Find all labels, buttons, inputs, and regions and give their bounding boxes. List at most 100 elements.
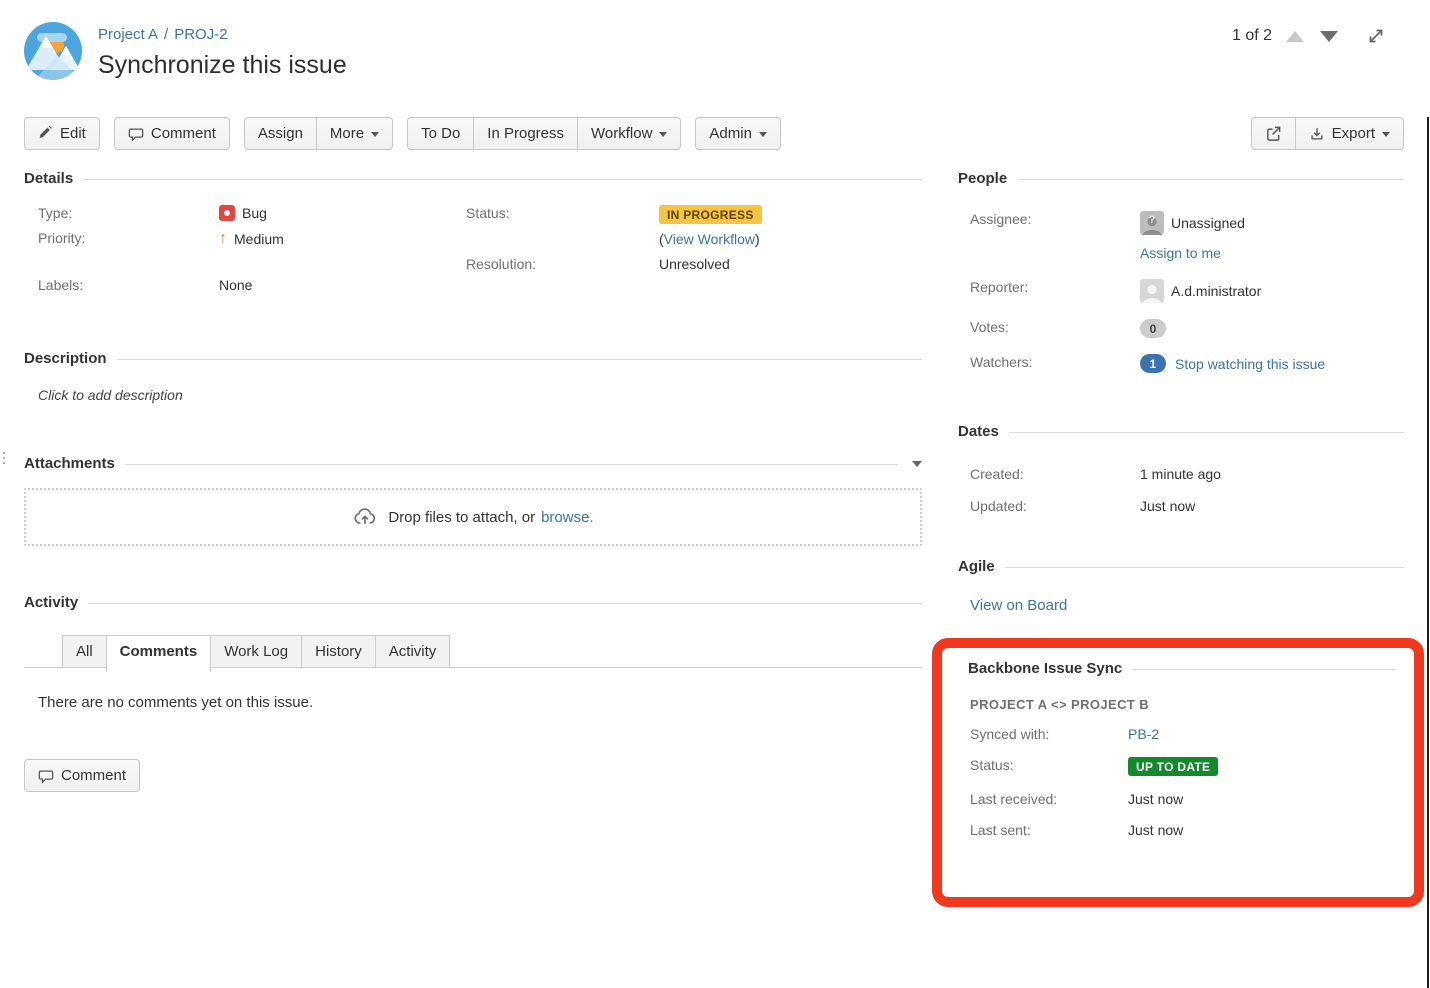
type-value: Bug xyxy=(242,205,267,221)
updated-label: Updated: xyxy=(970,498,1140,514)
chevron-down-icon xyxy=(371,132,379,137)
workflow-button-group: To Do In Progress Workflow xyxy=(407,117,681,150)
watchers-badge[interactable]: 1 xyxy=(1140,354,1166,373)
more-dropdown-button[interactable]: More xyxy=(316,117,393,150)
votes-badge[interactable]: 0 xyxy=(1140,319,1166,338)
status-field: Status: IN PROGRESS xyxy=(466,205,922,224)
todo-transition-button[interactable]: To Do xyxy=(407,117,474,150)
attachments-dropzone[interactable]: Drop files to attach, or browse. xyxy=(24,488,922,546)
assign-button-label: Assign xyxy=(258,125,303,142)
breadcrumb-separator: / xyxy=(164,26,168,43)
view-workflow-row: (View Workflow) xyxy=(466,231,922,247)
created-value: 1 minute ago xyxy=(1140,466,1221,482)
chevron-down-icon xyxy=(659,132,667,137)
next-issue-icon[interactable] xyxy=(1320,31,1338,42)
agile-section: Agile View on Board xyxy=(958,558,1404,614)
reporter-label: Reporter: xyxy=(970,279,1140,295)
share-export-group: Export xyxy=(1251,117,1404,150)
expand-icon[interactable] xyxy=(1366,26,1386,46)
synced-with-field: Synced with: PB-2 xyxy=(958,726,1396,742)
attachments-heading: Attachments xyxy=(24,455,115,472)
issue-header: Project A/PROJ-2 Synchronize this issue xyxy=(24,22,347,80)
project-avatar[interactable] xyxy=(24,22,82,80)
description-section: Description Click to add description xyxy=(24,350,922,403)
reporter-value-link[interactable]: A.d.ministrator xyxy=(1171,283,1261,299)
panel-drag-handle[interactable] xyxy=(3,449,7,467)
description-placeholder[interactable]: Click to add description xyxy=(38,387,922,403)
view-workflow-link[interactable]: View Workflow xyxy=(664,231,755,247)
reporter-field: Reporter: A.d.ministrator xyxy=(958,279,1404,303)
comment-bubble-icon xyxy=(38,768,54,784)
issue-toolbar: Edit Comment Assign More To Do In Progre… xyxy=(24,117,1404,150)
tab-comments[interactable]: Comments xyxy=(106,635,212,672)
assign-button-group: Assign More xyxy=(244,117,393,150)
comment-button-bottom[interactable]: Comment xyxy=(24,759,140,792)
watchers-field: Watchers: 1 Stop watching this issue xyxy=(958,354,1404,373)
reporter-avatar xyxy=(1140,279,1164,303)
type-label: Type: xyxy=(38,205,219,221)
backbone-heading: Backbone Issue Sync xyxy=(968,660,1122,677)
breadcrumb-project-link[interactable]: Project A xyxy=(98,26,158,43)
share-icon xyxy=(1265,125,1282,142)
tab-activity[interactable]: Activity xyxy=(375,635,451,667)
people-section: People Assignee: ? xyxy=(958,170,1404,373)
tab-all[interactable]: All xyxy=(62,635,107,667)
view-on-board-link[interactable]: View on Board xyxy=(970,597,1067,614)
share-button[interactable] xyxy=(1251,117,1296,150)
resolution-field: Resolution: Unresolved xyxy=(466,256,922,272)
dates-heading: Dates xyxy=(958,423,999,440)
export-button-label: Export xyxy=(1332,125,1375,142)
last-sent-label: Last sent: xyxy=(970,822,1128,838)
breadcrumb-issue-key-link[interactable]: PROJ-2 xyxy=(174,26,227,43)
in-progress-button-label: In Progress xyxy=(487,125,564,142)
comment-button-bottom-label: Comment xyxy=(61,767,126,784)
no-comments-message: There are no comments yet on this issue. xyxy=(38,694,922,711)
synced-issue-link[interactable]: PB-2 xyxy=(1128,726,1159,742)
assign-button[interactable]: Assign xyxy=(244,117,317,150)
details-section: Details Type: Bug Priority: ↑Medium Labe… xyxy=(24,170,922,302)
dropzone-text: Drop files to attach, or xyxy=(388,509,535,526)
section-divider xyxy=(117,359,922,360)
section-divider xyxy=(1017,179,1404,180)
comment-button-top-label: Comment xyxy=(151,125,216,142)
admin-button-label: Admin xyxy=(709,125,752,142)
last-received-field: Last received: Just now xyxy=(958,791,1396,807)
attachments-collapse-icon[interactable] xyxy=(912,461,922,467)
sync-status-label: Status: xyxy=(970,757,1128,773)
section-divider xyxy=(1005,567,1404,568)
section-divider xyxy=(125,464,898,465)
tab-history[interactable]: History xyxy=(301,635,376,667)
last-sent-value: Just now xyxy=(1128,822,1183,838)
tab-work-log[interactable]: Work Log xyxy=(210,635,302,667)
chevron-down-icon xyxy=(759,132,767,137)
bug-type-icon xyxy=(219,205,235,221)
assignee-label: Assignee: xyxy=(970,211,1140,227)
stop-watching-link[interactable]: Stop watching this issue xyxy=(1175,356,1325,372)
browse-link[interactable]: browse. xyxy=(541,509,594,526)
workflow-dropdown-button[interactable]: Workflow xyxy=(577,117,681,150)
type-field: Type: Bug xyxy=(24,205,466,221)
resolution-value: Unresolved xyxy=(659,256,730,272)
in-progress-transition-button[interactable]: In Progress xyxy=(473,117,578,150)
sync-status-field: Status: UP TO DATE xyxy=(958,757,1396,776)
activity-tab-bar: All Comments Work Log History Activity xyxy=(24,635,922,668)
activity-section: Activity All Comments Work Log History A… xyxy=(24,594,922,711)
edit-button[interactable]: Edit xyxy=(24,117,100,150)
comment-button-top[interactable]: Comment xyxy=(114,117,230,150)
created-field: Created: 1 minute ago xyxy=(958,466,1404,482)
export-dropdown-button[interactable]: Export xyxy=(1295,117,1404,150)
section-divider xyxy=(1132,669,1396,670)
previous-issue-icon[interactable] xyxy=(1286,31,1304,42)
admin-dropdown-button[interactable]: Admin xyxy=(695,117,781,150)
section-divider xyxy=(88,603,922,604)
assign-to-me-link[interactable]: Assign to me xyxy=(1140,245,1221,261)
unassigned-avatar: ? xyxy=(1140,211,1164,235)
priority-field: Priority: ↑Medium xyxy=(24,230,466,248)
priority-value: Medium xyxy=(234,231,284,247)
votes-label: Votes: xyxy=(970,319,1140,335)
assignee-value: Unassigned xyxy=(1171,215,1245,231)
svg-text:?: ? xyxy=(1149,214,1156,226)
priority-label: Priority: xyxy=(38,230,219,246)
details-heading: Details xyxy=(24,170,73,187)
backbone-issue-sync-section: Backbone Issue Sync PROJECT A <> PROJECT… xyxy=(958,660,1396,838)
